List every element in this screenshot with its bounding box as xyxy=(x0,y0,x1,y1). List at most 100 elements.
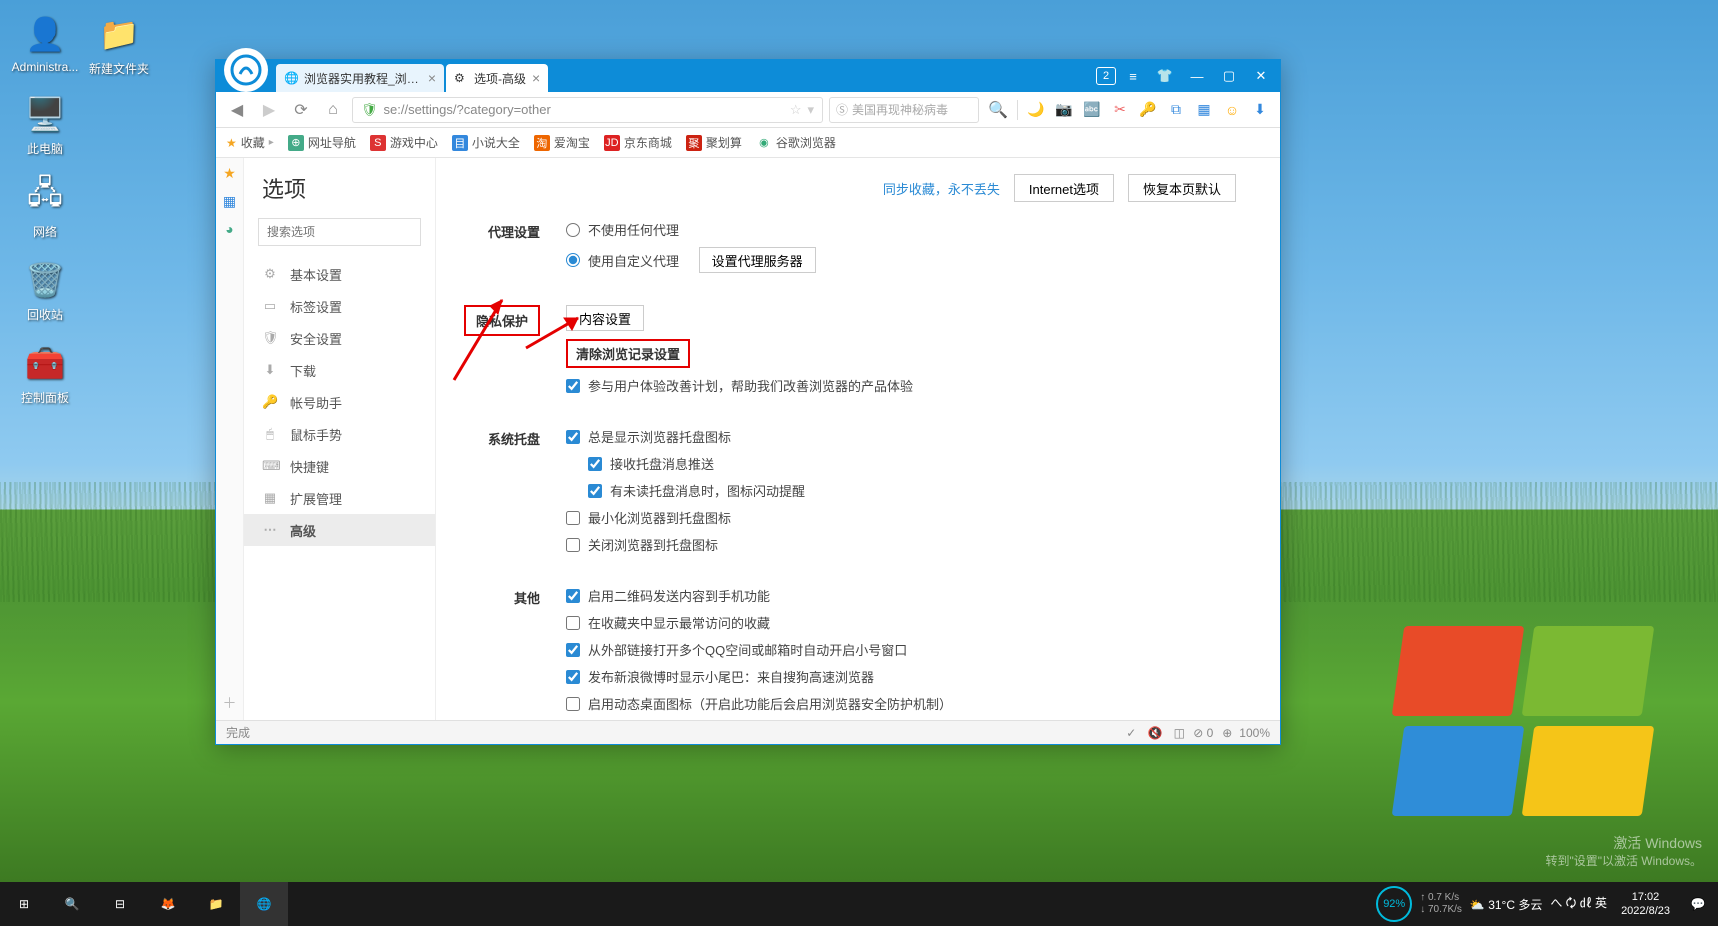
sync-link[interactable]: 同步收藏，永不丢失 xyxy=(883,179,1000,198)
grid-icon[interactable]: ▦ xyxy=(1192,98,1216,122)
key-icon[interactable]: 🔑 xyxy=(1136,98,1160,122)
scissors-icon[interactable]: ✂ xyxy=(1108,98,1132,122)
checkbox-fav-most[interactable] xyxy=(566,616,580,630)
bookmark-game[interactable]: S游戏中心 xyxy=(370,134,438,151)
sidebar-item-6[interactable]: ⌨快捷键 xyxy=(244,450,435,482)
desktop-icon-network[interactable]: 🖧网络 xyxy=(8,175,82,240)
desktop-icon-newfolder[interactable]: 📁新建文件夹 xyxy=(82,12,156,77)
checkbox-qq[interactable] xyxy=(566,643,580,657)
bookmark-nav[interactable]: ⊕网址导航 xyxy=(288,134,356,151)
desktop-icon-admin[interactable]: 👤Administra... xyxy=(8,12,82,74)
weather-widget[interactable]: ⛅ 31°C 多云 xyxy=(1470,896,1542,913)
skin-icon[interactable]: 👕 xyxy=(1150,63,1180,89)
browser-logo[interactable] xyxy=(224,48,268,92)
menu-icon[interactable]: ≡ xyxy=(1118,63,1148,89)
bookmark-ju[interactable]: 聚聚划算 xyxy=(686,134,742,151)
taskbar-firefox[interactable]: 🦊 xyxy=(144,882,192,926)
status-zoom-icon[interactable]: ⊕ xyxy=(1215,726,1239,740)
checkbox-label[interactable]: 参与用户体验改善计划，帮助我们改善浏览器的产品体验 xyxy=(588,376,913,395)
clock[interactable]: 17:022022/8/23 xyxy=(1615,890,1676,919)
status-zoom[interactable]: 100% xyxy=(1239,726,1270,740)
search-placeholder: 美国再现神秘病毒 xyxy=(852,101,948,118)
minimize-button[interactable]: ― xyxy=(1182,63,1212,89)
notifications-button[interactable]: 💬 xyxy=(1684,882,1712,926)
taskbar-sogou[interactable]: 🌐 xyxy=(240,882,288,926)
proxy-settings-button[interactable]: 设置代理服务器 xyxy=(699,247,816,273)
desktop-icon-recycle[interactable]: 🗑️回收站 xyxy=(8,258,82,323)
url-box[interactable]: 🛡 ☆ ▾ xyxy=(352,97,823,123)
back-button[interactable]: ◀ xyxy=(224,97,250,123)
start-button[interactable]: ⊞ xyxy=(0,882,48,926)
content-settings-button[interactable]: 内容设置 xyxy=(566,305,644,331)
rail-add-icon[interactable]: ＋ xyxy=(221,694,239,712)
close-button[interactable]: ✕ xyxy=(1246,63,1276,89)
bookmark-chrome[interactable]: ◉谷歌浏览器 xyxy=(756,134,836,151)
home-button[interactable]: ⌂ xyxy=(320,97,346,123)
search-options-input[interactable] xyxy=(258,218,421,246)
maximize-button[interactable]: ▢ xyxy=(1214,63,1244,89)
checkbox-tray-min[interactable] xyxy=(566,511,580,525)
tray-icons[interactable]: へ 🗘 ㎗ 英 xyxy=(1550,894,1607,915)
bookmark-jd[interactable]: JD京东商城 xyxy=(604,134,672,151)
checkbox-qr[interactable] xyxy=(566,589,580,603)
sidebar-item-1[interactable]: ▭标签设置 xyxy=(244,290,435,322)
desktop-icon-thispc[interactable]: 🖥️此电脑 xyxy=(8,92,82,157)
sidebar-item-0[interactable]: ⚙基本设置 xyxy=(244,258,435,290)
status-ad-icon[interactable]: ⊘ 0 xyxy=(1191,726,1215,740)
checkbox-dynamic-icon[interactable] xyxy=(566,697,580,711)
clear-history-button-highlighted[interactable]: 清除浏览记录设置 xyxy=(566,339,690,368)
star-icon[interactable]: ☆ xyxy=(790,102,802,118)
search-box[interactable]: Ⓢ 美国再现神秘病毒 xyxy=(829,97,979,123)
bookmark-taobao[interactable]: 淘爱淘宝 xyxy=(534,134,590,151)
search-icon[interactable]: 🔍 xyxy=(985,97,1011,123)
forward-button[interactable]: ▶ xyxy=(256,97,282,123)
taskview-button[interactable]: ⊟ xyxy=(96,882,144,926)
radio-custom-proxy[interactable] xyxy=(566,253,580,267)
camera-icon[interactable]: 📷 xyxy=(1052,98,1076,122)
smiley-icon[interactable]: ☺ xyxy=(1220,98,1244,122)
rail-star-icon[interactable]: ★ xyxy=(221,164,239,182)
badge-button[interactable]: 2 xyxy=(1096,67,1116,85)
bookmark-novel[interactable]: 目小说大全 xyxy=(452,134,520,151)
status-check-icon[interactable]: ✓ xyxy=(1119,726,1143,740)
section-label: 其他 xyxy=(436,586,566,720)
desktop-icon-controlpanel[interactable]: 🧰控制面板 xyxy=(8,341,82,406)
checkbox-ux-program[interactable] xyxy=(566,379,580,393)
sidebar-item-2[interactable]: 🛡安全设置 xyxy=(244,322,435,354)
status-split-icon[interactable]: ◫ xyxy=(1167,726,1191,740)
memory-gauge[interactable]: 92% xyxy=(1376,886,1412,922)
restore-icon[interactable]: ⧉ xyxy=(1164,98,1188,122)
checkbox-tray-show[interactable] xyxy=(566,430,580,444)
download-icon[interactable]: ⬇ xyxy=(1248,98,1272,122)
moon-icon[interactable]: 🌙 xyxy=(1024,98,1048,122)
sidebar-item-3[interactable]: ⬇下载 xyxy=(244,354,435,386)
sidebar-item-7[interactable]: ▦扩展管理 xyxy=(244,482,435,514)
internet-options-button[interactable]: Internet选项 xyxy=(1014,174,1114,202)
radio-no-proxy[interactable] xyxy=(566,223,580,237)
sidebar-item-8[interactable]: ⋯高级 xyxy=(244,514,435,546)
rail-grid-icon[interactable]: ▦ xyxy=(221,192,239,210)
translate-icon[interactable]: 🔤 xyxy=(1080,98,1104,122)
network-speed[interactable]: ↑ 0.7 K/s ↓ 70.7K/s xyxy=(1420,892,1462,916)
radio-label[interactable]: 不使用任何代理 xyxy=(588,220,679,239)
restore-defaults-button[interactable]: 恢复本页默认 xyxy=(1128,174,1236,202)
checkbox-tray-blink[interactable] xyxy=(588,484,602,498)
sidebar-item-4[interactable]: 🔑帐号助手 xyxy=(244,386,435,418)
rail-history-icon[interactable]: ◕ xyxy=(221,220,239,238)
section-other: 其他 启用二维码发送内容到手机功能 在收藏夹中显示最常访问的收藏 从外部链接打开… xyxy=(436,580,1256,720)
tab-settings[interactable]: ⚙ 选项-高级 × xyxy=(446,64,548,92)
radio-label[interactable]: 使用自定义代理 xyxy=(588,251,679,270)
bookmarks-label[interactable]: ★收藏▸ xyxy=(226,134,274,151)
url-input[interactable] xyxy=(384,102,784,117)
checkbox-tray-close[interactable] xyxy=(566,538,580,552)
search-button[interactable]: 🔍 xyxy=(48,882,96,926)
taskbar-explorer[interactable]: 📁 xyxy=(192,882,240,926)
close-icon[interactable]: × xyxy=(428,70,436,86)
close-icon[interactable]: × xyxy=(532,70,540,86)
status-mute-icon[interactable]: 🔇 xyxy=(1143,726,1167,740)
reload-button[interactable]: ⟳ xyxy=(288,97,314,123)
checkbox-tray-push[interactable] xyxy=(588,457,602,471)
sidebar-item-5[interactable]: 🖱鼠标手势 xyxy=(244,418,435,450)
tab-tutorial[interactable]: 🌐 浏览器实用教程_浏览器 × xyxy=(276,64,444,92)
checkbox-weibo[interactable] xyxy=(566,670,580,684)
